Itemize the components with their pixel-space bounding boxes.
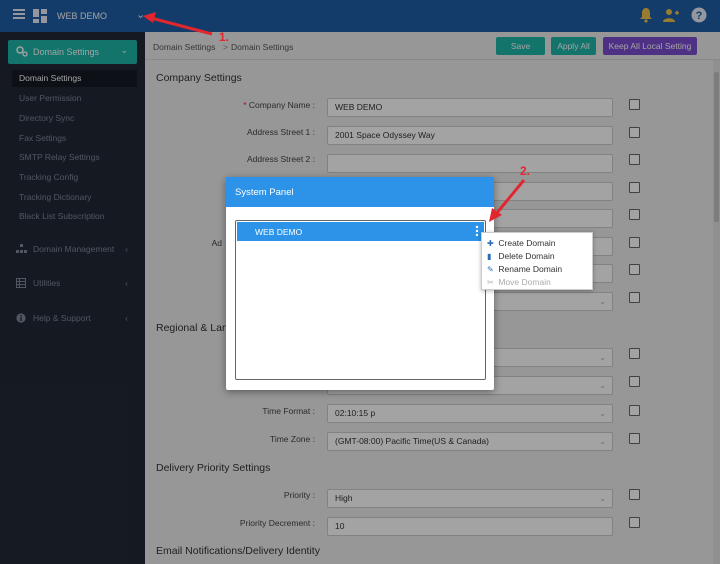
annotation-label-2: 2.	[520, 164, 531, 178]
arrow-head-1	[143, 12, 156, 23]
annotation-arrow-2	[494, 179, 526, 215]
annotation-arrows	[143, 12, 526, 222]
annotation-arrow-1	[150, 16, 213, 36]
annotation-label-1: 1.	[219, 30, 230, 44]
